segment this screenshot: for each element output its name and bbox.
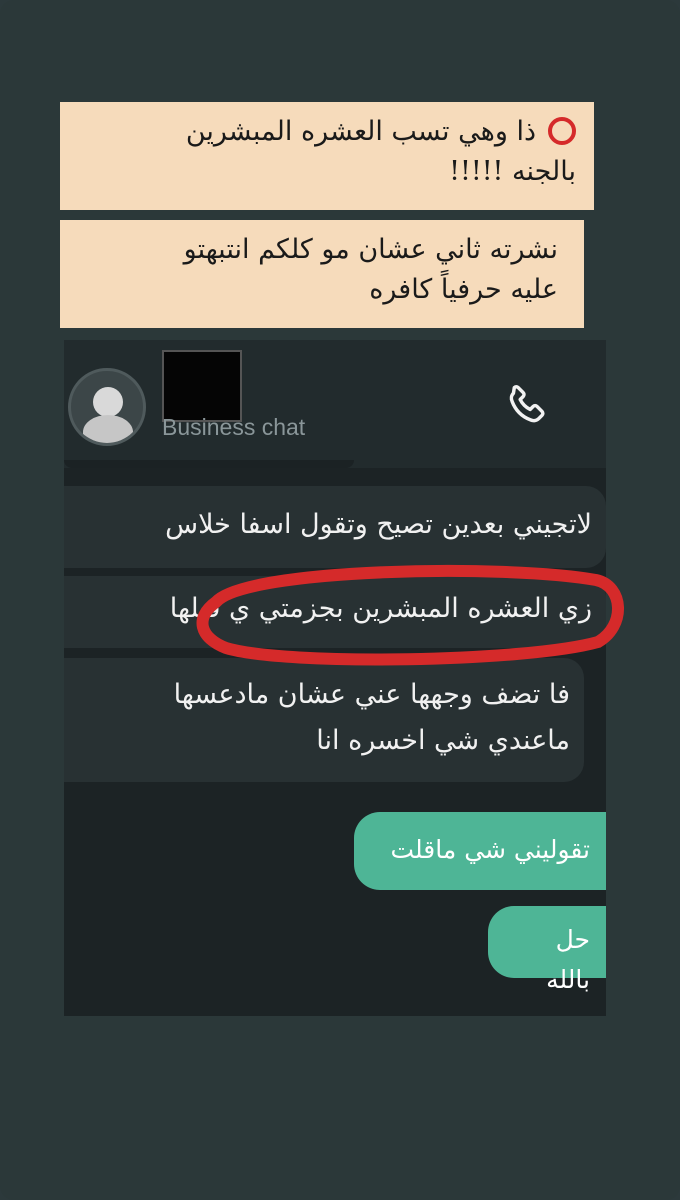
header-bubble-tail [64,460,354,468]
red-circle-icon [548,116,576,145]
incoming-message-1: لاتجيني بعدين تصيح وتقول اسفا خلاس [64,486,606,568]
chat-header: Business chat [64,340,606,468]
caption-box-2: نشرته ثاني عشان مو كلكم انتبهتو عليه حرف… [60,220,584,328]
chat-subtitle: Business chat [162,414,306,440]
incoming-message-3-line-2: ماعندي شي اخسره انا [316,725,570,756]
outgoing-message-2: حل بالله [488,906,606,994]
caption-box-1: ذا وهي تسب العشره المبشرين بالجنه !!!!! [60,102,594,210]
avatar-body [83,415,133,443]
caption-1-line-1: ذا وهي تسب العشره المبشرين [78,112,576,152]
redacted-name-block [162,350,242,422]
outgoing-message-2-text: حل بالله [546,925,590,994]
phone-icon[interactable] [500,380,552,432]
caption-2-line-1: نشرته ثاني عشان مو كلكم انتبهتو [183,234,558,265]
outgoing-message-1: تقوليني شي ماقلت [354,812,606,890]
chat-screenshot: Business chat لاتجيني بعدين تصيح وتقول ا… [64,340,606,1016]
profile-avatar[interactable] [68,368,146,446]
red-highlight-ring [196,564,624,666]
caption-2-line-2: عليه حرفياً كافره [369,274,558,305]
incoming-message-3: فا تضف وجهها عني عشان مادعسها ماعندي شي … [64,658,584,782]
caption-1-line-2: بالجنه !!!!! [449,156,576,187]
incoming-message-3-line-1: فا تضف وجهها عني عشان مادعسها [173,679,570,710]
caption-1-text-1: ذا وهي تسب العشره المبشرين [185,116,536,147]
outgoing-message-1-text: تقوليني شي ماقلت [390,835,590,864]
avatar-head [93,387,123,417]
incoming-message-1-text: لاتجيني بعدين تصيح وتقول اسفا خلاس [165,509,592,540]
